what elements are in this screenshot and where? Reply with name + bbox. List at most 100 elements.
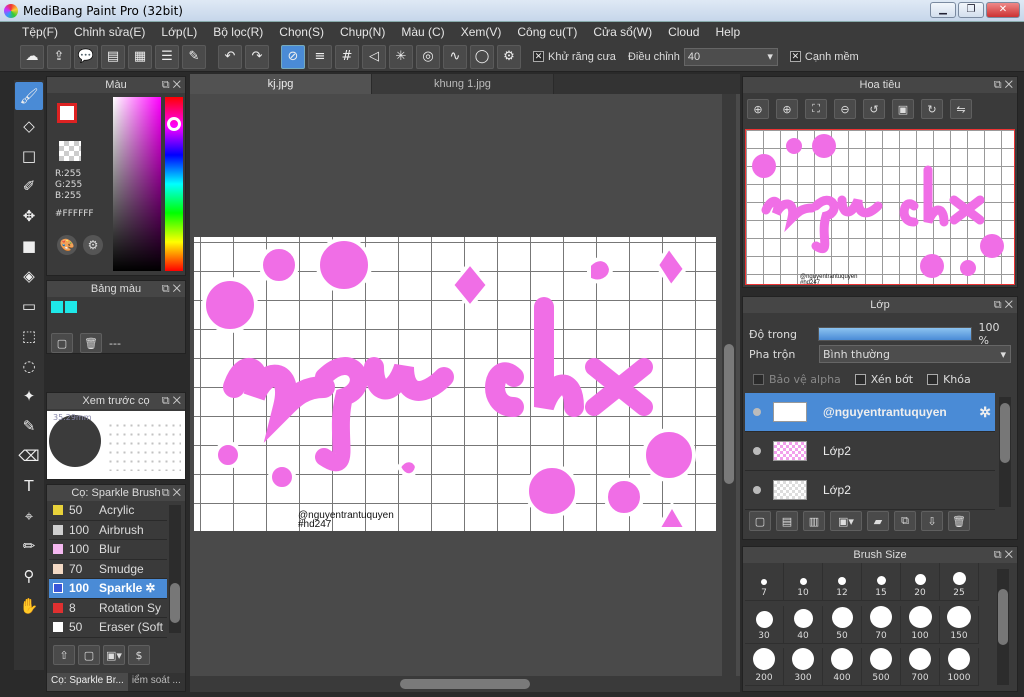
hue-slider[interactable] [165,97,183,271]
panel-controls-icon[interactable]: ⧉ ✕ [994,547,1013,563]
adjust-select[interactable]: 40 ▾ [683,47,778,66]
move-tool-icon[interactable]: ✥ [15,202,43,230]
brush-size-option[interactable]: 40 [784,605,823,644]
minimize-button[interactable]: ▁ [930,2,956,18]
panel-controls-icon[interactable]: ⧉ ✕ [994,77,1013,93]
zoom-in-plus-icon[interactable]: ⊕ [776,99,798,119]
brush-item[interactable]: 50 Acrylic [49,501,167,521]
foreground-color-swatch[interactable] [57,103,77,123]
new-layer-icon[interactable]: ▢ [749,511,771,531]
color-settings-icon[interactable]: ⚙ [83,235,103,255]
radial-snap-icon[interactable]: ✳ [389,44,413,69]
new-page-icon[interactable]: ▢ [51,333,73,353]
layer-list-scrollbar[interactable] [999,397,1011,507]
layer-item[interactable]: Lớp2 [745,432,995,471]
antialias-toggle[interactable]: ✕ Khử răng cưa [533,51,616,63]
transparent-swatch[interactable] [59,141,81,161]
brush-size-option[interactable]: 200 [745,648,784,687]
divide-tool-icon[interactable]: ✏ [15,532,43,560]
maximize-button[interactable]: ❐ [958,2,984,18]
menu-file[interactable]: Tệp(F) [14,25,66,39]
concentric-snap-icon[interactable]: ◎ [416,44,440,69]
tab-control[interactable]: iểm soát ... [127,673,185,691]
tab-khung-1[interactable]: khung 1.jpg [372,74,554,94]
brush-size-option[interactable]: 1000 [940,648,979,687]
new-brush-icon[interactable]: ▢ [78,645,100,665]
panel-controls-icon[interactable]: ⧉ ✕ [162,393,181,409]
canvas-vertical-scrollbar[interactable] [722,94,736,678]
antialias-checkbox[interactable]: ✕ [533,51,544,62]
panel-controls-icon[interactable]: ⧉ ✕ [162,485,181,501]
canvas-horizontal-scrollbar[interactable] [190,676,740,692]
brush-size-option[interactable]: 700 [901,648,940,687]
curve-snap-icon[interactable]: ∿ [443,44,467,69]
lock-checkbox[interactable] [927,374,939,385]
no-snap-icon[interactable]: ⊘ [281,44,305,69]
brush-size-option[interactable]: 20 [901,563,940,601]
hue-slider-handle[interactable] [167,117,181,131]
add-layer-menu-icon[interactable]: ▣▾ [830,511,862,531]
vertical-scroll-thumb[interactable] [724,344,734,484]
trash-icon[interactable]: 🗑 [80,333,102,353]
gradient-tool-icon[interactable]: ▭ [15,292,43,320]
trash-icon[interactable]: 🗑 [948,511,970,531]
comment-icon[interactable]: 💬 [74,44,98,69]
lock-toggle[interactable]: Khóa [927,373,971,386]
brush-size-option[interactable]: 400 [823,648,862,687]
horizontal-scroll-thumb[interactable] [400,679,530,689]
checklist-icon[interactable]: ✎ [182,44,206,69]
brush-item[interactable]: 70 Smudge [49,560,167,579]
panel-controls-icon[interactable]: ⧉ ✕ [162,77,181,93]
menu-layer[interactable]: Lớp(L) [153,25,205,39]
new-8bit-layer-icon[interactable]: ▥ [803,511,825,531]
brush-size-option[interactable]: 15 [862,563,901,601]
select-tool-icon[interactable]: ⬚ [15,322,43,350]
brush-size-option[interactable]: 70 [862,605,901,644]
layer-list-scroll-thumb[interactable] [1000,403,1010,463]
menu-view[interactable]: Xem(V) [453,25,510,39]
brush-size-option[interactable]: 7 [745,563,784,601]
select-eraser-icon[interactable]: ⌫ [15,442,43,470]
soft-edge-checkbox[interactable]: ✕ [789,51,801,62]
menu-window[interactable]: Cửa sổ(W) [585,25,660,39]
blend-mode-select[interactable]: Bình thường ▾ [819,345,1011,363]
document-icon[interactable]: ▦ [128,44,152,69]
undo-icon[interactable]: ↶ [218,44,242,69]
perspective-snap-icon[interactable]: ◁ [362,44,386,69]
menu-snap[interactable]: Chụp(N) [332,25,393,39]
brush-tool-icon[interactable]: 🖌 [15,82,43,110]
palette-swatch[interactable] [65,301,77,313]
folder-icon[interactable]: ▰ [867,511,889,531]
message-icon[interactable]: ▤ [101,44,125,69]
new-halftone-layer-icon[interactable]: ▤ [776,511,798,531]
palette-swatch[interactable] [51,301,63,313]
brush-size-option[interactable]: 25 [940,563,979,601]
rotate-left-icon[interactable]: ↺ [863,99,885,119]
brush-size-scrollbar[interactable] [997,569,1009,685]
merge-layer-icon[interactable]: ⇩ [921,511,943,531]
brush-size-option[interactable]: 500 [862,648,901,687]
brush-item[interactable]: 8 Rotation Sy [49,599,167,618]
eye-icon[interactable] [753,486,761,494]
redo-icon[interactable]: ↷ [245,44,269,69]
settings-icon[interactable]: ⚙ [497,44,521,69]
brush-item[interactable]: 100 Airbrush [49,521,167,540]
brush-item-selected[interactable]: 100 Sparkle ✲ [49,579,167,599]
brush-size-option[interactable]: 30 [745,605,784,644]
clip-checkbox[interactable] [854,374,866,385]
panel-controls-icon[interactable]: ⧉ ✕ [994,297,1013,313]
protect-alpha-checkbox[interactable] [753,374,764,385]
eraser-tool-icon[interactable]: ◇ [15,112,43,140]
eye-icon[interactable] [753,447,761,455]
duplicate-layer-icon[interactable]: ⧉ [894,511,916,531]
eye-icon[interactable] [753,408,761,416]
flip-icon[interactable]: ⇋ [950,99,972,119]
brush-settings-icon[interactable]: $ [128,645,150,665]
text-tool-icon[interactable]: T [15,472,43,500]
layer-item[interactable]: Lớp2 [745,471,995,510]
add-brush-icon[interactable]: ⇧ [53,645,75,665]
eyedropper-tool-icon[interactable]: ⚲ [15,562,43,590]
select-pen-icon[interactable]: ✎ [15,412,43,440]
fit-screen-icon[interactable]: ⛶ [805,99,827,119]
gear-icon[interactable]: ✲ [979,404,991,421]
